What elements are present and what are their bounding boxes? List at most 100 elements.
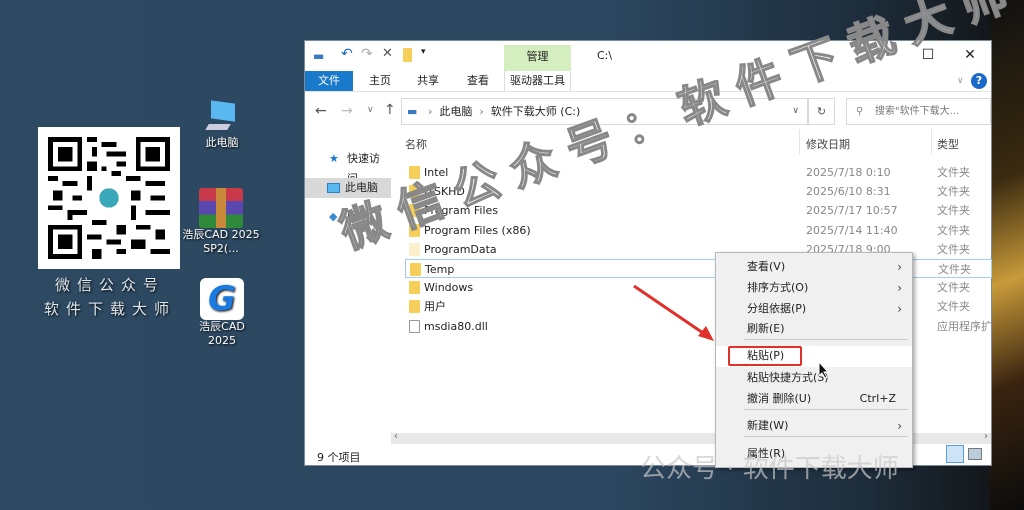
- recent-locations-button[interactable]: ∨: [367, 105, 374, 115]
- help-icon[interactable]: ?: [971, 73, 987, 89]
- context-menu-item[interactable]: 分组依据(P) ›: [716, 299, 912, 319]
- context-menu-item[interactable]: 排序方式(O) ›: [716, 278, 912, 298]
- menu-item-label: 分组依据(P): [747, 302, 807, 315]
- file-name: 用户: [424, 300, 446, 314]
- redo-icon[interactable]: ↷: [361, 46, 373, 62]
- details-view-icon[interactable]: [946, 445, 964, 463]
- scroll-left-icon[interactable]: ‹: [394, 431, 398, 442]
- file-name: msdia80.dll: [424, 319, 488, 333]
- file-type: 文件夹: [937, 281, 970, 295]
- menu-item-label: 刷新(E): [747, 322, 785, 335]
- menu-item-label: 撤消 删除(U): [747, 392, 812, 405]
- menu-separator: [744, 339, 908, 340]
- file-type: 文件夹: [937, 242, 970, 256]
- customize-toolbar-icon[interactable]: ▾: [421, 47, 426, 57]
- file-date: 2025/7/17 10:57: [806, 204, 898, 218]
- file-type: 文件夹: [937, 185, 970, 199]
- file-type: 文件夹: [937, 223, 970, 237]
- chevron-right-icon: ›: [897, 302, 902, 316]
- expand-ribbon-icon[interactable]: ∨: [957, 76, 964, 86]
- new-folder-icon[interactable]: [403, 48, 412, 62]
- file-type: 文件夹: [937, 166, 970, 179]
- qr-code: [38, 127, 180, 269]
- address-dropdown-icon[interactable]: ∨: [792, 99, 799, 124]
- file-row[interactable]: Program Files (x86) 2025/7/14 11:40 文件夹: [405, 221, 992, 240]
- tab-manage[interactable]: 管理: [504, 45, 571, 71]
- undo-icon[interactable]: ↶: [341, 46, 353, 62]
- chevron-right-icon: ›: [897, 260, 902, 274]
- tab-home[interactable]: 主页: [365, 71, 395, 91]
- navigation-pane: ★快速访问 此电脑 ◆网络: [305, 133, 391, 445]
- context-menu-item[interactable]: 撤消 删除(U) Ctrl+Z: [716, 389, 912, 409]
- search-icon: ⚲: [856, 106, 864, 117]
- watermark-bottom: 公众号 · 软件下载大师: [640, 454, 899, 484]
- dll-file-icon: [409, 319, 420, 333]
- column-divider[interactable]: [931, 129, 932, 155]
- context-menu-item[interactable]: 粘贴(P): [716, 346, 912, 367]
- window-title: C:\: [597, 49, 613, 62]
- drive-icon: ▬: [313, 49, 325, 63]
- forward-button[interactable]: →: [341, 103, 353, 119]
- refresh-button[interactable]: ↻: [808, 98, 835, 125]
- large-icons-view-icon[interactable]: [968, 448, 982, 460]
- file-type: 应用程序扩: [937, 319, 992, 333]
- context-menu: 查看(V) › 排序方式(O) › 分组依据(P) › 刷新(E) 粘贴(P) 粘贴快捷方式(S…: [715, 252, 913, 468]
- desktop-icon-archive[interactable]: 浩辰CAD 2025 SP2(...: [182, 188, 260, 256]
- file-type: 文件夹: [937, 300, 970, 314]
- search-placeholder: 搜索"软件下载大...: [875, 106, 960, 117]
- mouse-cursor-icon: [818, 361, 830, 379]
- column-header-name[interactable]: 名称: [405, 136, 427, 152]
- menu-separator: [744, 436, 908, 437]
- folder-icon: [409, 300, 420, 314]
- tab-view[interactable]: 查看: [463, 71, 493, 91]
- drive-icon: ▬: [407, 105, 418, 118]
- star-icon: ★: [329, 152, 339, 165]
- file-type: 文件夹: [938, 263, 971, 276]
- delete-icon[interactable]: ✕: [382, 46, 393, 61]
- column-header-type[interactable]: 类型: [937, 136, 959, 152]
- context-menu-item[interactable]: 刷新(E): [716, 319, 912, 339]
- qr-caption-line2: 软件下载大师: [43, 300, 176, 318]
- desktop-icon-label: 浩辰CAD 2025 SP2(...: [182, 228, 260, 255]
- file-type: 文件夹: [937, 204, 970, 218]
- nav-quick-access[interactable]: ★快速访问: [311, 149, 389, 185]
- up-button[interactable]: ↑: [384, 102, 396, 118]
- desktop-icon-this-pc[interactable]: 此电脑: [187, 100, 257, 150]
- tab-drive-tools[interactable]: 驱动器工具: [504, 71, 571, 91]
- breadcrumb-this-pc[interactable]: 此电脑: [439, 105, 472, 118]
- menu-item-label: 粘贴快捷方式(S): [747, 371, 829, 384]
- winrar-archive-icon: [199, 188, 243, 228]
- folder-icon: [409, 242, 420, 256]
- close-button[interactable]: ✕: [960, 47, 980, 63]
- context-menu-item[interactable]: 新建(W) ›: [716, 416, 912, 436]
- file-date: 2025/7/14 11:40: [806, 223, 898, 237]
- qr-caption-line1: 微信公众号: [54, 276, 165, 294]
- scroll-right-icon[interactable]: ›: [984, 431, 988, 442]
- back-button[interactable]: ←: [315, 103, 327, 119]
- menu-item-label: 新建(W): [747, 419, 789, 432]
- file-name: ProgramData: [424, 242, 497, 256]
- column-header-date[interactable]: 修改日期: [806, 136, 850, 152]
- menu-separator: [744, 409, 908, 410]
- desktop-icon-gstarcad[interactable]: G 浩辰CAD 2025: [187, 278, 257, 348]
- menu-shortcut: Ctrl+Z: [859, 392, 896, 405]
- search-input[interactable]: ⚲ 搜索"软件下载大...: [846, 98, 991, 125]
- tab-file[interactable]: 文件: [305, 71, 353, 91]
- chevron-right-icon: ›: [897, 281, 902, 295]
- context-menu-item[interactable]: 查看(V) ›: [716, 257, 912, 277]
- desktop-icon-label: 此电脑: [205, 136, 239, 149]
- folder-icon: [409, 281, 420, 295]
- column-divider[interactable]: [799, 129, 800, 155]
- folder-icon: [410, 263, 421, 276]
- highlight-box: [728, 346, 802, 366]
- file-date: 2025/7/18 0:10: [806, 166, 891, 179]
- desktop-icon-label: 浩辰CAD 2025: [199, 320, 245, 347]
- computer-icon: [327, 183, 340, 193]
- tab-share[interactable]: 共享: [413, 71, 443, 91]
- menu-item-label: 查看(V): [747, 260, 786, 273]
- status-item-count: 9 个项目: [317, 451, 361, 464]
- chevron-right-icon: ›: [897, 419, 902, 433]
- context-menu-item[interactable]: 粘贴快捷方式(S): [716, 368, 912, 388]
- file-name: Temp: [425, 263, 455, 276]
- background-streak: [990, 0, 1024, 510]
